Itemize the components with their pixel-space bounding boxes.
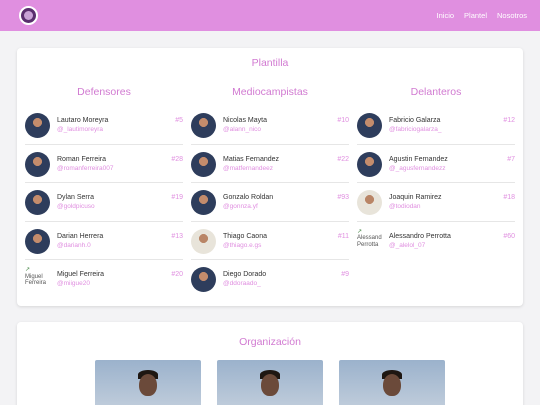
- player-row[interactable]: ↗Alessandro PerrottaAlessandro Perrotta@…: [357, 222, 515, 261]
- player-instagram-link[interactable]: @_lautimoreyra: [57, 126, 103, 133]
- player-row[interactable]: Dylan Serra @goldpicuso #19: [25, 183, 183, 222]
- player-name: Miguel Ferreira: [57, 271, 105, 278]
- player-avatar: [357, 113, 382, 138]
- player-row[interactable]: Thiago Caona @thiago.e.gs #11: [191, 222, 349, 260]
- player-number: #13: [171, 232, 183, 240]
- player-name: Lautaro Moreyra: [57, 117, 109, 124]
- player-name: Joaquin Ramirez: [389, 194, 442, 201]
- player-avatar: [191, 228, 216, 254]
- player-avatar: [25, 151, 50, 177]
- player-number: #60: [503, 232, 515, 240]
- player-instagram-link[interactable]: @todiodan: [389, 203, 421, 210]
- player-instagram-link[interactable]: @fabriciogalarza_: [389, 126, 442, 133]
- navbar: Inicio Plantel Nosotros: [0, 0, 540, 31]
- position-column: Mediocampistas Nicolas Mayta @alann_nico #1…: [191, 86, 349, 299]
- player-row[interactable]: Roman Ferreira @romanferreira007 #28: [25, 145, 183, 183]
- player-name: Diego Dorado: [223, 271, 267, 278]
- player-name: Gonzalo Roldan: [223, 194, 274, 201]
- squad-title: Plantilla: [251, 57, 289, 69]
- player-row[interactable]: Nicolas Mayta @alann_nico #10: [191, 106, 349, 145]
- player-instagram-link[interactable]: @romanferreira007: [57, 165, 113, 172]
- position-title: Defensores: [77, 86, 131, 98]
- avatar-alt-text: Miguel Ferreira: [25, 273, 47, 287]
- player-row[interactable]: ↗ Miguel Ferreira Miguel Ferreira @miigue20…: [25, 260, 183, 299]
- player-name: Dylan Serra: [57, 194, 94, 201]
- player-avatar: [25, 190, 50, 215]
- player-number: #10: [337, 117, 349, 124]
- player-instagram-link[interactable]: @goldpicuso: [57, 203, 95, 210]
- player-instagram-link[interactable]: @gonnza.yf: [223, 203, 258, 210]
- player-instagram-link[interactable]: @_alelol_07: [389, 242, 425, 249]
- player-number: #12: [503, 117, 515, 124]
- nav-link-nosotros[interactable]: Nosotros: [497, 11, 527, 20]
- player-avatar: [191, 151, 216, 177]
- player-avatar: [25, 228, 50, 254]
- player-avatar: [357, 190, 382, 215]
- player-instagram-link[interactable]: @thiago.e.gs: [223, 242, 261, 249]
- player-name: Agustin Fernandez: [389, 155, 448, 163]
- player-number: #19: [171, 194, 183, 201]
- player-name: Darian Herrera: [57, 232, 104, 240]
- player-row[interactable]: Joaquin Ramirez @todiodan #18: [357, 183, 515, 222]
- player-name: Nicolas Mayta: [223, 117, 267, 124]
- player-instagram-link[interactable]: @_agusfernandezz: [389, 165, 445, 172]
- player-avatar: [191, 190, 216, 215]
- player-row[interactable]: Agustin Fernandez @_agusfernandezz #7: [357, 145, 515, 183]
- player-name: Fabricio Galarza: [389, 117, 441, 124]
- player-avatar: [191, 113, 216, 138]
- player-row[interactable]: Gonzalo Roldan @gonnza.yf #93: [191, 183, 349, 222]
- player-number: #18: [503, 194, 515, 201]
- nav-link-inicio[interactable]: Inicio: [437, 11, 455, 20]
- player-instagram-link[interactable]: @miigue20: [57, 280, 90, 287]
- player-number: #9: [341, 271, 349, 278]
- player-instagram-link[interactable]: @matfernandeez: [223, 165, 273, 172]
- player-avatar: [25, 113, 50, 138]
- player-avatar: [357, 151, 382, 177]
- staff-photo: [95, 360, 201, 405]
- staff-photo: [339, 360, 445, 405]
- player-row[interactable]: Diego Dorado @ddoraado_ #9: [191, 260, 349, 299]
- player-number: #22: [337, 155, 349, 163]
- player-avatar: [191, 267, 216, 292]
- player-name: Thiago Caona: [223, 232, 267, 240]
- player-row[interactable]: Darian Herrera @darianh.0 #13: [25, 222, 183, 260]
- position-title: Mediocampistas: [232, 86, 308, 98]
- avatar-alt-text: Alessandro Perrotta: [357, 235, 382, 248]
- squad-card: Plantilla Defensores Lautaro Moreyra @_lau…: [17, 48, 523, 306]
- position-column: Defensores Lautaro Moreyra @_lautimoreyra #…: [25, 86, 183, 299]
- player-row[interactable]: Matias Fernandez @matfernandeez #22: [191, 145, 349, 183]
- player-number: #93: [337, 194, 349, 201]
- player-number: #7: [507, 155, 515, 163]
- player-number: #20: [171, 271, 183, 278]
- player-instagram-link[interactable]: @ddoraado_: [223, 280, 261, 287]
- player-number: #5: [175, 117, 183, 124]
- organization-title: Organización: [239, 336, 301, 348]
- nav-link-plantel[interactable]: Plantel: [464, 11, 487, 20]
- position-column: Delanteros Fabricio Galarza @fabriciogalar…: [357, 86, 515, 260]
- nav-links: Inicio Plantel Nosotros: [437, 11, 527, 20]
- player-row[interactable]: Fabricio Galarza @fabriciogalarza_ #12: [357, 106, 515, 145]
- player-instagram-link[interactable]: @darianh.0: [57, 242, 91, 249]
- position-title: Delanteros: [410, 86, 462, 98]
- staff-photo: [217, 360, 323, 405]
- player-name: Roman Ferreira: [57, 155, 107, 163]
- player-name: Alessandro Perrotta: [389, 232, 451, 240]
- player-row[interactable]: Lautaro Moreyra @_lautimoreyra #5: [25, 106, 183, 145]
- player-avatar: ↗Alessandro Perrotta: [357, 229, 382, 254]
- player-avatar: ↗ Miguel Ferreira: [25, 267, 50, 292]
- player-instagram-link[interactable]: @alann_nico: [223, 126, 261, 133]
- organization-card: Organización: [17, 322, 523, 405]
- player-name: Matias Fernandez: [223, 155, 280, 163]
- player-number: #11: [337, 232, 349, 240]
- player-number: #28: [171, 155, 183, 163]
- club-logo-icon[interactable]: [19, 6, 38, 25]
